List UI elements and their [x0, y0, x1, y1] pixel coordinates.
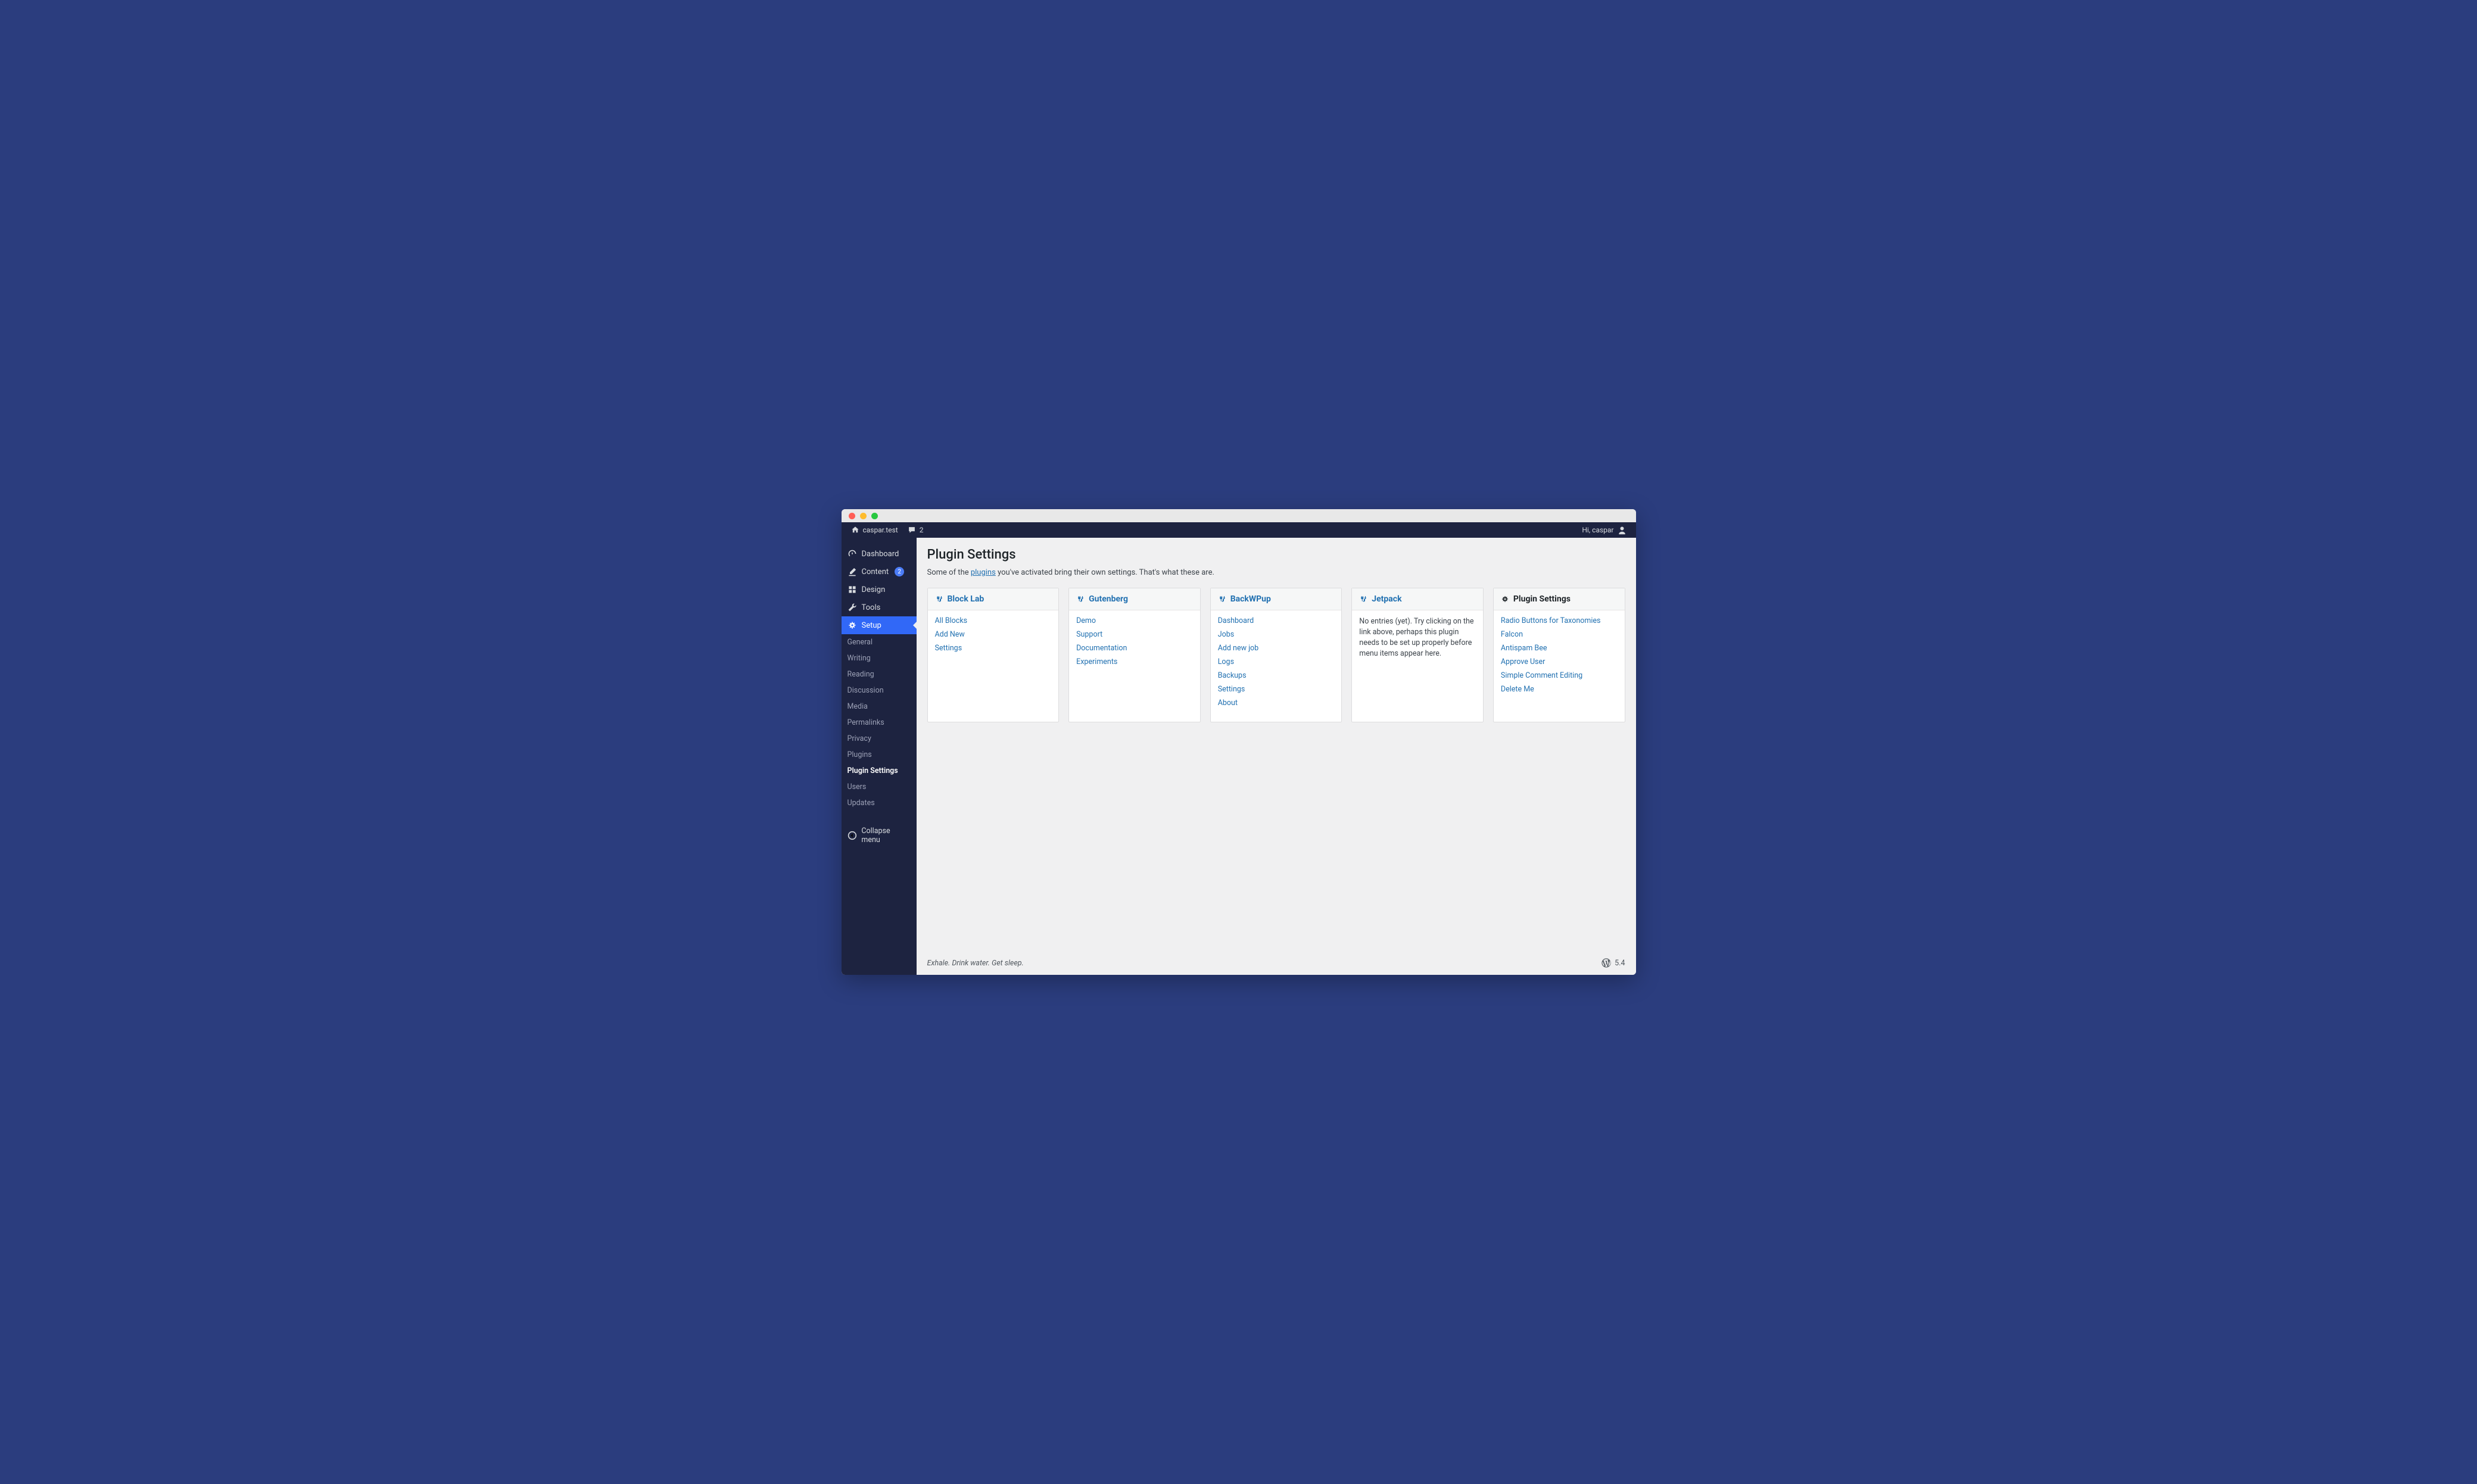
- adminbar-site-name: caspar.test: [863, 526, 898, 534]
- user-icon: [1618, 526, 1627, 535]
- plugin-card-empty-message: No entries (yet). Try clicking on the li…: [1359, 616, 1476, 660]
- main-content: Plugin Settings Some of the plugins you'…: [917, 538, 1636, 975]
- sidebar-item-label: Content: [862, 568, 889, 576]
- plugin-card-title-plugin-settings: Plugin Settings: [1494, 588, 1625, 610]
- sidebar-subitem-reading[interactable]: Reading: [842, 666, 917, 682]
- page-description: Some of the plugins you've activated bri…: [927, 568, 1625, 577]
- footer-message: Exhale. Drink water. Get sleep.: [927, 959, 1024, 968]
- sidebar-item-label: Dashboard: [862, 550, 899, 559]
- sidebar-subitem-media[interactable]: Media: [842, 699, 917, 715]
- plugin-link[interactable]: Approve User: [1501, 657, 1618, 666]
- plugin-link[interactable]: Settings: [1218, 685, 1335, 694]
- plugin-card-body: Radio Buttons for Taxonomies Falcon Antisp…: [1494, 610, 1625, 701]
- plugin-link[interactable]: Settings: [935, 644, 1052, 653]
- plugin-card-backwpup: BackWPup Dashboard Jobs Add new job Logs Back…: [1210, 588, 1342, 722]
- plugin-link[interactable]: About: [1218, 699, 1335, 707]
- plugin-link[interactable]: Antispam Bee: [1501, 644, 1618, 653]
- wordpress-icon: [1602, 958, 1611, 968]
- plugin-link[interactable]: Jobs: [1218, 630, 1335, 639]
- adminbar-account-link[interactable]: Hi, caspar: [1577, 522, 1631, 538]
- plugin-link[interactable]: Add new job: [1218, 644, 1335, 653]
- window-close-button[interactable]: [849, 513, 855, 519]
- sidebar-subitem-permalinks[interactable]: Permalinks: [842, 715, 917, 731]
- adminbar-greeting: Hi, caspar: [1582, 526, 1613, 534]
- plugin-card-title-jetpack[interactable]: Jetpack: [1352, 588, 1483, 610]
- plugin-card-block-lab: Block Lab All Blocks Add New Settings: [927, 588, 1060, 722]
- plug-icon: [935, 595, 943, 603]
- comment-icon: [908, 526, 916, 534]
- plugin-link[interactable]: Experiments: [1076, 657, 1193, 666]
- sidebar-item-label: Design: [862, 585, 886, 594]
- sidebar-badge: 2: [895, 567, 904, 576]
- window-minimize-button[interactable]: [860, 513, 867, 519]
- wp-admin: caspar.test 2 Hi, caspar Dashboard Conten…: [842, 522, 1636, 975]
- admin-footer: Exhale. Drink water. Get sleep. 5.4: [917, 950, 1636, 975]
- plugins-link[interactable]: plugins: [971, 568, 996, 577]
- sidebar-item-dashboard[interactable]: Dashboard: [842, 545, 917, 563]
- adminbar-site-link[interactable]: caspar.test: [846, 522, 903, 538]
- plugin-link[interactable]: Radio Buttons for Taxonomies: [1501, 616, 1618, 625]
- plug-icon: [1076, 595, 1085, 603]
- sidebar-item-design[interactable]: Design: [842, 581, 917, 598]
- sidebar-item-label: Tools: [862, 603, 881, 612]
- browser-window: caspar.test 2 Hi, caspar Dashboard Conten…: [842, 509, 1636, 975]
- plugin-link[interactable]: Add New: [935, 630, 1052, 639]
- sidebar-subitem-writing[interactable]: Writing: [842, 650, 917, 666]
- plugin-card-title-block-lab[interactable]: Block Lab: [928, 588, 1059, 610]
- dashboard-icon: [848, 549, 857, 559]
- sidebar-subitem-plugins[interactable]: Plugins: [842, 747, 917, 763]
- sidebar-subitem-general[interactable]: General: [842, 634, 917, 650]
- settings-icon: [848, 621, 857, 630]
- plugin-link[interactable]: Documentation: [1076, 644, 1193, 653]
- window-titlebar: [842, 509, 1636, 522]
- plugin-link[interactable]: Simple Comment Editing: [1501, 671, 1618, 680]
- appearance-icon: [848, 585, 857, 594]
- sidebar-item-label: Setup: [862, 621, 881, 630]
- sidebar-item-tools[interactable]: Tools: [842, 598, 917, 616]
- plugin-cards-grid: Block Lab All Blocks Add New Settings Gutenb…: [927, 588, 1625, 722]
- adminbar-comments-count: 2: [920, 526, 924, 534]
- sidebar-item-content[interactable]: Content 2: [842, 563, 917, 581]
- collapse-menu-label: Collapse menu: [861, 827, 910, 844]
- plugin-link[interactable]: Support: [1076, 630, 1193, 639]
- admin-bar: caspar.test 2 Hi, caspar: [842, 522, 1636, 538]
- tools-icon: [848, 603, 857, 612]
- plugin-link[interactable]: Dashboard: [1218, 616, 1335, 625]
- sidebar-subitem-users[interactable]: Users: [842, 779, 917, 795]
- sidebar-item-setup[interactable]: Setup: [842, 616, 917, 634]
- plugin-link[interactable]: Backups: [1218, 671, 1335, 680]
- sidebar-subitem-privacy[interactable]: Privacy: [842, 731, 917, 747]
- plugin-card-title-gutenberg[interactable]: Gutenberg: [1069, 588, 1200, 610]
- plugin-card-plugin-settings: Plugin SettingsRadio Buttons for Taxonom…: [1493, 588, 1625, 722]
- plugin-link[interactable]: Logs: [1218, 657, 1335, 666]
- plug-icon: [1359, 595, 1367, 603]
- plugin-card-gutenberg: Gutenberg Demo Support Documentation Experim…: [1068, 588, 1201, 722]
- plugin-card-body: Dashboard Jobs Add new job Logs Backups Setti…: [1211, 610, 1342, 715]
- edit-icon: [848, 567, 857, 576]
- footer-version: 5.4: [1602, 958, 1625, 968]
- plugin-link[interactable]: All Blocks: [935, 616, 1052, 625]
- collapse-icon: [848, 831, 857, 840]
- sidebar-subitem-plugin-settings[interactable]: Plugin Settings: [842, 763, 917, 779]
- collapse-menu-button[interactable]: Collapse menu: [842, 822, 917, 849]
- settings-icon: [1501, 595, 1509, 603]
- page-title: Plugin Settings: [927, 547, 1625, 562]
- home-icon: [851, 526, 859, 534]
- plugin-link[interactable]: Delete Me: [1501, 685, 1618, 694]
- plugin-link[interactable]: Demo: [1076, 616, 1193, 625]
- plugin-card-jetpack: Jetpack No entries (yet). Try clicking on…: [1351, 588, 1484, 722]
- sidebar-subitem-discussion[interactable]: Discussion: [842, 682, 917, 699]
- plugin-link[interactable]: Falcon: [1501, 630, 1618, 639]
- sidebar-subitem-updates[interactable]: Updates: [842, 795, 917, 811]
- plugin-card-body: All Blocks Add New Settings: [928, 610, 1059, 660]
- adminbar-comments-link[interactable]: 2: [903, 522, 929, 538]
- admin-sidebar: Dashboard Content 2 Design Tools Setup Genera…: [842, 538, 917, 975]
- plugin-card-body: Demo Support Documentation Experiments: [1069, 610, 1200, 674]
- plugin-card-body: No entries (yet). Try clicking on the li…: [1352, 610, 1483, 667]
- window-zoom-button[interactable]: [871, 513, 878, 519]
- plug-icon: [1218, 595, 1226, 603]
- plugin-card-title-backwpup[interactable]: BackWPup: [1211, 588, 1342, 610]
